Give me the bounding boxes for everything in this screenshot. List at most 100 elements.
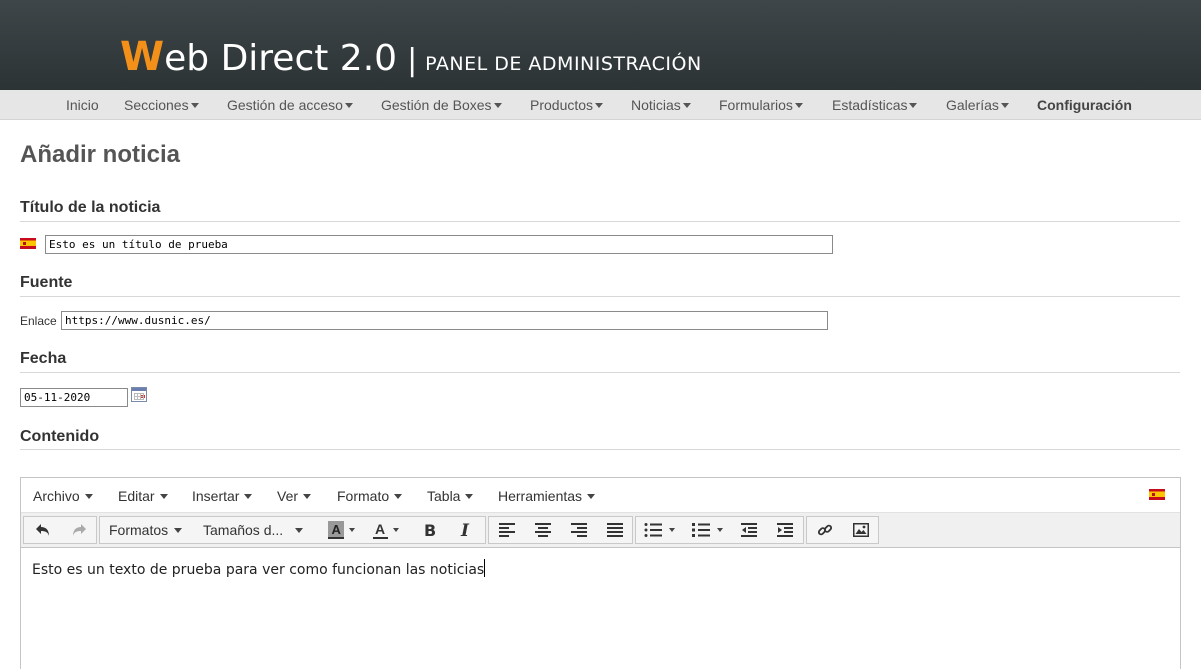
nav-label: Galerías xyxy=(946,97,999,113)
brand-subtitle: PANEL DE ADMINISTRACIÓN xyxy=(425,53,702,75)
nav-label: Gestión de Boxes xyxy=(381,97,492,113)
nav-item-gestion-boxes[interactable]: Gestión de Boxes xyxy=(381,97,502,113)
nav-item-galerias[interactable]: Galerías xyxy=(946,97,1009,113)
menu-label: Formato xyxy=(337,488,390,504)
alignment-group xyxy=(488,516,633,544)
align-right-icon[interactable] xyxy=(561,517,597,543)
spain-flag-icon[interactable] xyxy=(1149,489,1165,500)
page-title: Añadir noticia xyxy=(20,141,181,168)
caret-down-icon xyxy=(344,102,353,108)
caret-down-icon xyxy=(84,493,93,499)
menu-insertar[interactable]: Insertar xyxy=(192,488,253,504)
section-divider xyxy=(20,221,1180,222)
indent-icon[interactable] xyxy=(768,517,802,543)
menu-editar[interactable]: Editar xyxy=(118,488,168,504)
section-title-fuente: Fuente xyxy=(20,274,73,291)
nav-label: Formularios xyxy=(719,97,793,113)
align-left-icon[interactable] xyxy=(489,517,525,543)
caret-down-icon xyxy=(794,102,803,108)
svg-text:A: A xyxy=(332,522,342,537)
caret-down-icon xyxy=(1000,102,1009,108)
rich-text-editor: Archivo Editar Insertar Ver Formato Tabl… xyxy=(20,477,1181,669)
formats-label: Formatos xyxy=(109,522,169,538)
text-cursor xyxy=(484,559,486,577)
caret-down-icon xyxy=(394,493,403,499)
svg-text:B: B xyxy=(424,522,436,538)
menu-tabla[interactable]: Tabla xyxy=(427,488,474,504)
section-title-contenido: Contenido xyxy=(20,428,100,445)
nav-item-inicio[interactable]: Inicio xyxy=(66,97,99,113)
nav-item-secciones[interactable]: Secciones xyxy=(124,97,199,113)
brand-separator: | xyxy=(407,43,418,78)
section-divider xyxy=(20,449,1180,450)
menu-ver[interactable]: Ver xyxy=(277,488,312,504)
link-icon[interactable] xyxy=(808,517,842,543)
caret-down-icon xyxy=(587,493,596,499)
numbered-list-icon[interactable] xyxy=(686,517,730,543)
nav-label: Productos xyxy=(530,97,594,113)
brand-initial: W xyxy=(120,34,164,80)
menu-formato[interactable]: Formato xyxy=(337,488,403,504)
caret-down-icon xyxy=(244,493,253,499)
history-group xyxy=(23,516,97,544)
nav-label: Configuración xyxy=(1037,97,1132,113)
text-color-icon[interactable]: A xyxy=(366,517,406,543)
nav-item-noticias[interactable]: Noticias xyxy=(631,97,691,113)
caret-down-icon xyxy=(595,102,604,108)
nav-label: Inicio xyxy=(66,97,99,113)
menu-label: Ver xyxy=(277,488,299,504)
header-banner: W eb Direct 2.0 | PANEL DE ADMINISTRACIÓ… xyxy=(0,0,1201,90)
section-title-titulo: Título de la noticia xyxy=(20,199,161,216)
calendar-icon[interactable] xyxy=(131,387,147,402)
caret-down-icon xyxy=(303,493,312,499)
image-icon[interactable] xyxy=(844,517,878,543)
bold-icon[interactable]: B xyxy=(412,517,446,543)
nav-item-gestion-acceso[interactable]: Gestión de acceso xyxy=(227,97,353,113)
caret-down-icon xyxy=(465,493,474,499)
nav-item-formularios[interactable]: Formularios xyxy=(719,97,803,113)
list-group xyxy=(635,516,804,544)
italic-icon[interactable]: I xyxy=(448,517,482,543)
svg-text:I: I xyxy=(460,522,470,538)
menu-label: Tabla xyxy=(427,488,461,504)
outdent-icon[interactable] xyxy=(732,517,766,543)
redo-icon[interactable] xyxy=(62,517,96,543)
formats-select[interactable]: Formatos xyxy=(109,522,183,538)
nav-label: Estadísticas xyxy=(832,97,908,113)
align-justify-icon[interactable] xyxy=(597,517,633,543)
source-link-input[interactable] xyxy=(61,311,828,330)
font-size-select[interactable]: Tamaños d... xyxy=(203,522,304,538)
brand-logo: W eb Direct 2.0 | PANEL DE ADMINISTRACIÓ… xyxy=(120,34,702,80)
align-center-icon[interactable] xyxy=(525,517,561,543)
editor-content-text[interactable]: Esto es un texto de prueba para ver como… xyxy=(32,559,486,578)
undo-icon[interactable] xyxy=(26,517,60,543)
format-group: Formatos Tamaños d... A A B I xyxy=(99,516,486,544)
nav-label: Noticias xyxy=(631,97,681,113)
calendar-today-marker xyxy=(141,395,145,398)
menu-label: Archivo xyxy=(33,488,80,504)
nav-item-estadisticas[interactable]: Estadísticas xyxy=(832,97,918,113)
editor-toolbar: Formatos Tamaños d... A A B I xyxy=(21,513,1180,548)
menu-label: Insertar xyxy=(192,488,240,504)
menu-archivo[interactable]: Archivo xyxy=(33,488,93,504)
insert-group xyxy=(806,516,879,544)
bullet-list-icon[interactable] xyxy=(638,517,682,543)
menu-herramientas[interactable]: Herramientas xyxy=(498,488,596,504)
news-title-input[interactable] xyxy=(45,235,833,254)
date-input[interactable] xyxy=(20,388,128,407)
nav-label: Gestión de acceso xyxy=(227,97,343,113)
background-color-icon[interactable]: A xyxy=(322,517,362,543)
editor-content-area[interactable]: Esto es un texto de prueba para ver como… xyxy=(21,549,1180,669)
nav-item-productos[interactable]: Productos xyxy=(530,97,604,113)
editor-menubar: Archivo Editar Insertar Ver Formato Tabl… xyxy=(21,478,1180,513)
editor-paragraph: Esto es un texto de prueba para ver como… xyxy=(32,562,485,578)
svg-text:A: A xyxy=(375,521,385,537)
caret-down-icon xyxy=(295,527,304,533)
caret-down-icon xyxy=(493,102,502,108)
caret-down-icon xyxy=(190,102,199,108)
spain-flag-icon xyxy=(20,238,36,249)
section-title-fecha: Fecha xyxy=(20,350,67,367)
brand-name: eb Direct 2.0 xyxy=(164,38,398,79)
nav-item-configuracion[interactable]: Configuración xyxy=(1037,97,1132,113)
caret-down-icon xyxy=(174,527,183,533)
